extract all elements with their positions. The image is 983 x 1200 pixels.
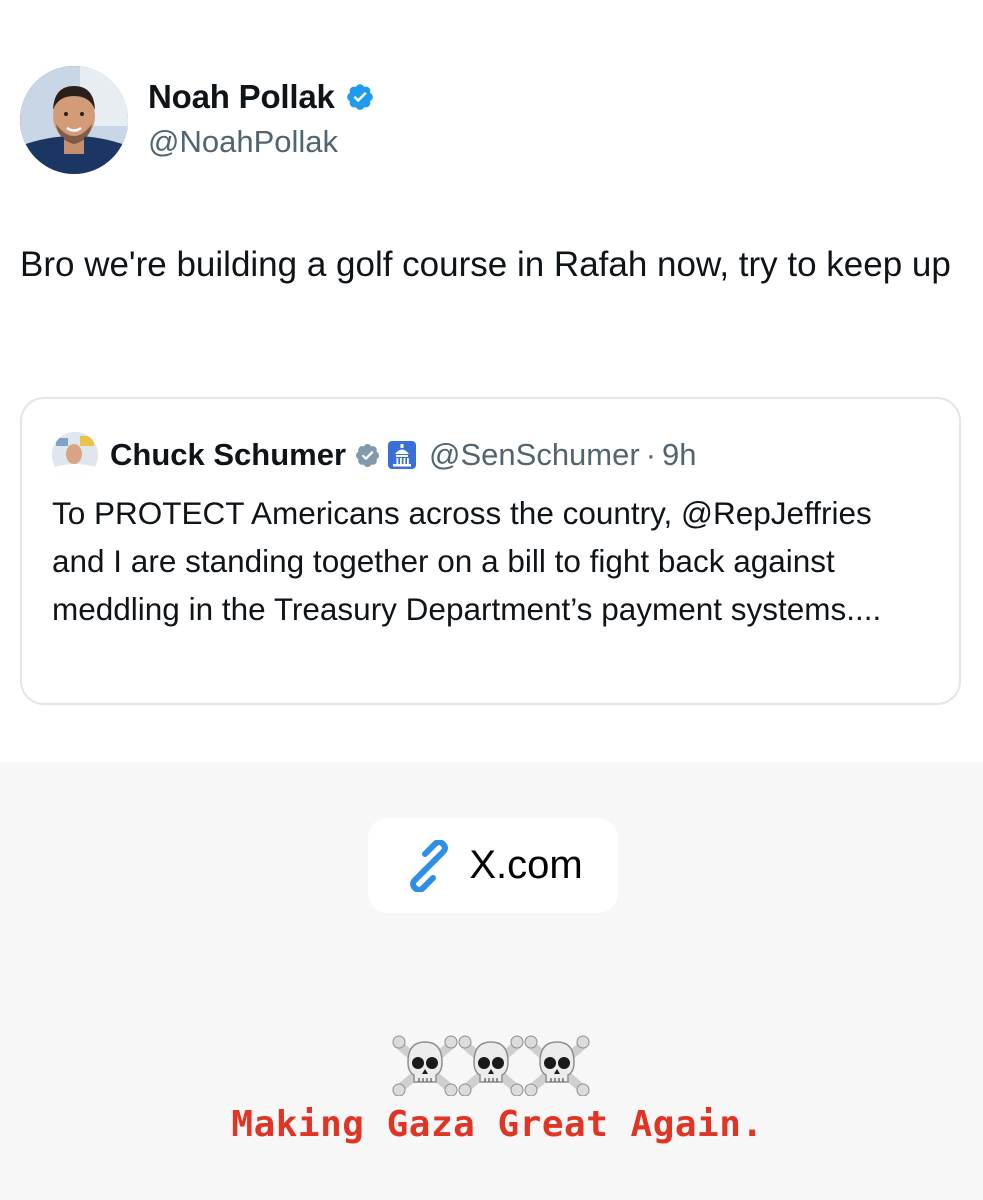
quoted-author-avatar[interactable] [52, 432, 98, 478]
skull-crossbones-icon [524, 1035, 590, 1096]
author-name[interactable]: Noah Pollak [148, 78, 335, 116]
separator-dot: · [645, 437, 657, 472]
link-icon [410, 839, 449, 892]
skull-emoji-row [392, 1034, 590, 1096]
quoted-verified-badge-icon [355, 443, 380, 467]
author-name-row: Noah Pollak [148, 78, 375, 116]
link-sticker-label: X.com [469, 843, 583, 887]
quoted-tweet-card[interactable]: Chuck Schumer @SenSchumer · 9h To PROTEC… [20, 397, 961, 705]
quoted-author-handle[interactable]: @SenSchumer [429, 437, 640, 473]
tweet-screenshot: Noah Pollak @NoahPollak Bro we're buildi… [0, 0, 983, 762]
link-sticker[interactable]: X.com [368, 818, 618, 913]
government-capitol-icon [388, 441, 417, 469]
story-caption-text: Making Gaza Great Again. [231, 1104, 764, 1145]
quoted-tweet-header: Chuck Schumer @SenSchumer · 9h [52, 432, 697, 478]
author-handle[interactable]: @NoahPollak [148, 124, 338, 160]
quoted-author-name[interactable]: Chuck Schumer [110, 437, 346, 473]
tweet-body-text: Bro we're building a golf course in Rafa… [20, 245, 951, 284]
quoted-tweet-timestamp[interactable]: 9h [662, 437, 696, 473]
author-avatar[interactable] [20, 66, 128, 174]
verified-badge-icon [346, 84, 373, 110]
skull-crossbones-icon [392, 1035, 458, 1096]
quoted-tweet-body-text: To PROTECT Americans across the country,… [52, 495, 882, 627]
skull-crossbones-icon [458, 1035, 524, 1096]
